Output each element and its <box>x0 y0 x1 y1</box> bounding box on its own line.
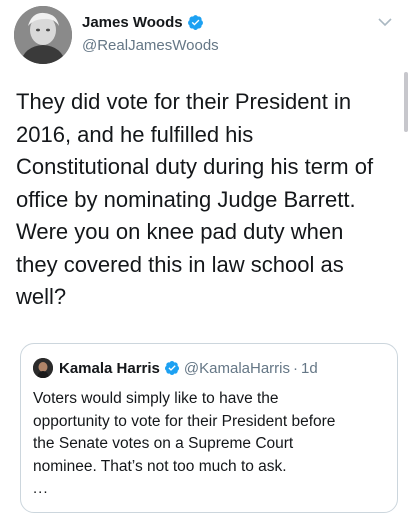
quoted-avatar[interactable] <box>33 358 53 378</box>
quoted-tweet-header: Kamala Harris @KamalaHarris · 1d <box>33 358 318 378</box>
quoted-author-name[interactable]: Kamala Harris <box>59 360 160 377</box>
quoted-tweet[interactable]: Kamala Harris @KamalaHarris · 1d Voters … <box>20 343 398 513</box>
truncation-ellipsis: ... <box>33 480 49 497</box>
verified-badge-icon <box>164 360 180 376</box>
quoted-tweet-text: Voters would simply like to have the opp… <box>33 390 336 475</box>
quoted-timestamp[interactable]: 1d <box>301 360 318 377</box>
author-handle[interactable]: @RealJamesWoods <box>82 37 219 54</box>
tweet-text: They did vote for their President in 201… <box>16 89 374 309</box>
author-name[interactable]: James Woods <box>82 14 183 31</box>
tweet[interactable]: James Woods @RealJamesWoods They did vot… <box>0 0 410 513</box>
verified-badge-icon <box>187 14 204 31</box>
chevron-down-icon[interactable] <box>378 14 392 27</box>
avatar[interactable] <box>14 6 72 64</box>
tweet-author: James Woods @RealJamesWoods <box>82 12 219 55</box>
quoted-author-handle[interactable]: @KamalaHarris <box>184 360 290 377</box>
scrollbar[interactable] <box>404 72 408 132</box>
separator-dot: · <box>293 359 298 377</box>
